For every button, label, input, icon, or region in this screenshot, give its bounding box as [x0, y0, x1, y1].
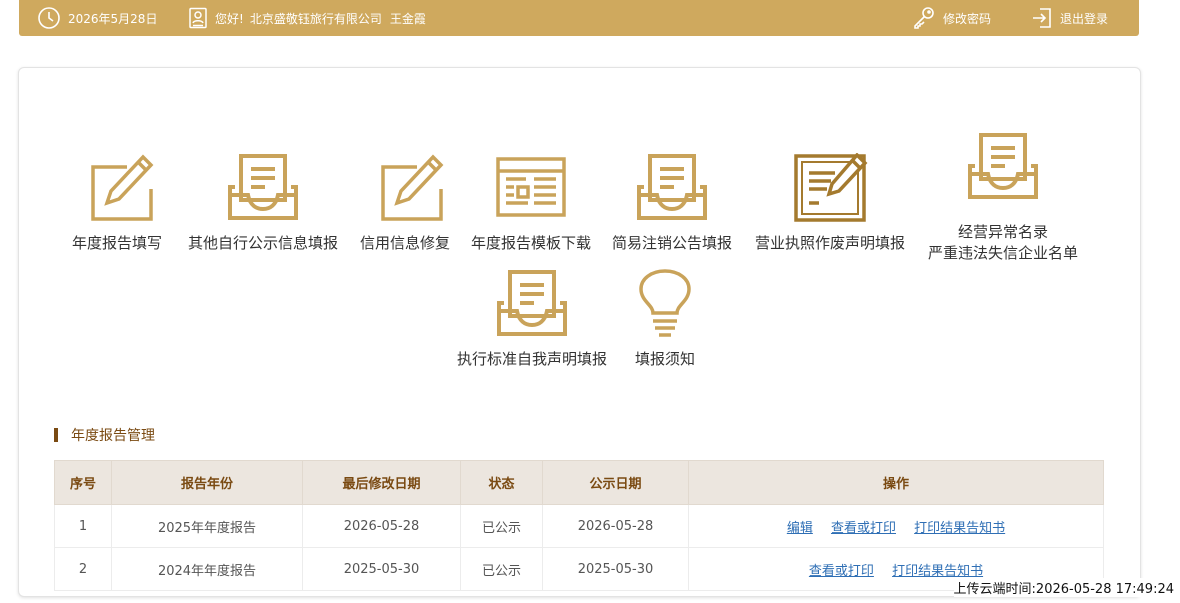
tile-template-download[interactable]: 年度报告模板下载 [467, 153, 595, 254]
clock-icon [38, 7, 60, 29]
table-header-row: 序号 报告年份 最后修改日期 状态 公示日期 操作 [54, 460, 1104, 505]
tile-standard-self-declaration[interactable]: 执行标准自我声明填报 [451, 269, 613, 370]
edit-document-icon [381, 154, 444, 221]
cell-published: 2026-05-28 [542, 504, 689, 548]
print-result-notice-link[interactable]: 打印结果告知书 [914, 521, 1005, 536]
greeting-text: 您好! [215, 11, 244, 26]
cell-actions: 编辑 查看或打印 打印结果告知书 [688, 504, 1104, 548]
logout-icon [1033, 8, 1051, 28]
date-text: 2026年5月28日 [68, 11, 158, 26]
section-title-text: 年度报告管理 [71, 428, 155, 444]
column-header-status: 状态 [460, 460, 543, 505]
cell-published: 2025-05-30 [542, 547, 689, 591]
date-display: 2026年5月28日 [37, 0, 157, 36]
print-result-notice-link[interactable]: 打印结果告知书 [892, 564, 983, 579]
tile-simple-cancel-notice[interactable]: 简易注销公告填报 [608, 153, 736, 254]
tile-abnormal-operation-list[interactable]: 经营异常名录 严重违法失信企业名单 [922, 132, 1084, 264]
annual-report-table: 序号 报告年份 最后修改日期 状态 公示日期 操作 1 2025年年度报告 20… [54, 460, 1104, 591]
cell-status: 已公示 [460, 547, 543, 591]
tile-label-line2: 严重违法失信企业名单 [927, 244, 1078, 262]
column-header-modified: 最后修改日期 [302, 460, 461, 505]
tile-label: 营业执照作废声明填报 [754, 234, 905, 252]
section-title-marker [54, 428, 58, 442]
view-print-link[interactable]: 查看或打印 [809, 564, 874, 579]
upload-time-label: 上传云端时间:2026-05-28 17:49:24 [953, 578, 1174, 597]
edit-link[interactable]: 编辑 [787, 521, 813, 536]
id-card-icon [189, 7, 207, 29]
tile-label: 填报须知 [634, 350, 695, 368]
inbox-tray-icon [637, 154, 707, 220]
cell-modified: 2026-05-28 [302, 504, 461, 548]
inbox-tray-icon [968, 133, 1038, 199]
change-password-label: 修改密码 [943, 11, 992, 26]
tile-filing-instructions[interactable]: 填报须知 [633, 269, 697, 370]
user-name: 王金霞 [389, 11, 426, 26]
column-header-year: 报告年份 [111, 460, 303, 505]
logout-label: 退出登录 [1060, 11, 1109, 26]
cell-year: 2024年年度报告 [111, 547, 303, 591]
top-bar: 2026年5月28日 您好! 北京盛敬钰旅行有限公司 王金霞 修改密码 退出登录 [19, 0, 1139, 36]
lightbulb-icon [639, 269, 691, 337]
tile-annual-report-fill[interactable]: 年度报告填写 [72, 153, 162, 254]
table-row: 2 2024年年度报告 2025-05-30 已公示 2025-05-30 查看… [54, 547, 1104, 591]
tile-label: 其他自行公示信息填报 [187, 234, 338, 252]
template-icon [496, 157, 566, 217]
edit-document-icon [91, 154, 154, 221]
key-icon [914, 7, 934, 29]
view-print-link[interactable]: 查看或打印 [831, 521, 896, 536]
cell-year: 2025年年度报告 [111, 504, 303, 548]
tile-label: 执行标准自我声明填报 [456, 350, 607, 368]
cell-modified: 2025-05-30 [302, 547, 461, 591]
user-greeting: 您好! 北京盛敬钰旅行有限公司 王金霞 [188, 0, 426, 36]
inbox-tray-icon [497, 270, 567, 336]
logout-button[interactable]: 退出登录 [1031, 0, 1108, 36]
cell-no: 1 [54, 504, 112, 548]
inbox-tray-icon [228, 154, 298, 220]
tile-other-info-fill[interactable]: 其他自行公示信息填报 [183, 153, 343, 254]
section-title: 年度报告管理 [54, 426, 155, 444]
tile-label: 简易注销公告填报 [611, 234, 732, 252]
tile-label: 信用信息修复 [359, 234, 450, 252]
tile-label-line1: 经营异常名录 [957, 223, 1048, 241]
table-row: 1 2025年年度报告 2026-05-28 已公示 2026-05-28 编辑… [54, 504, 1104, 548]
column-header-published: 公示日期 [542, 460, 689, 505]
column-header-actions: 操作 [688, 460, 1104, 505]
column-header-no: 序号 [54, 460, 112, 505]
cell-no: 2 [54, 547, 112, 591]
tile-credit-repair[interactable]: 信用信息修复 [357, 153, 453, 254]
company-name: 北京盛敬钰旅行有限公司 [249, 11, 382, 26]
certificate-edit-icon [794, 153, 868, 222]
tile-label: 年度报告填写 [72, 234, 163, 252]
tile-label: 年度报告模板下载 [470, 234, 591, 252]
change-password-button[interactable]: 修改密码 [912, 0, 991, 36]
tile-license-void-declaration[interactable]: 营业执照作废声明填报 [750, 153, 910, 254]
cell-status: 已公示 [460, 504, 543, 548]
